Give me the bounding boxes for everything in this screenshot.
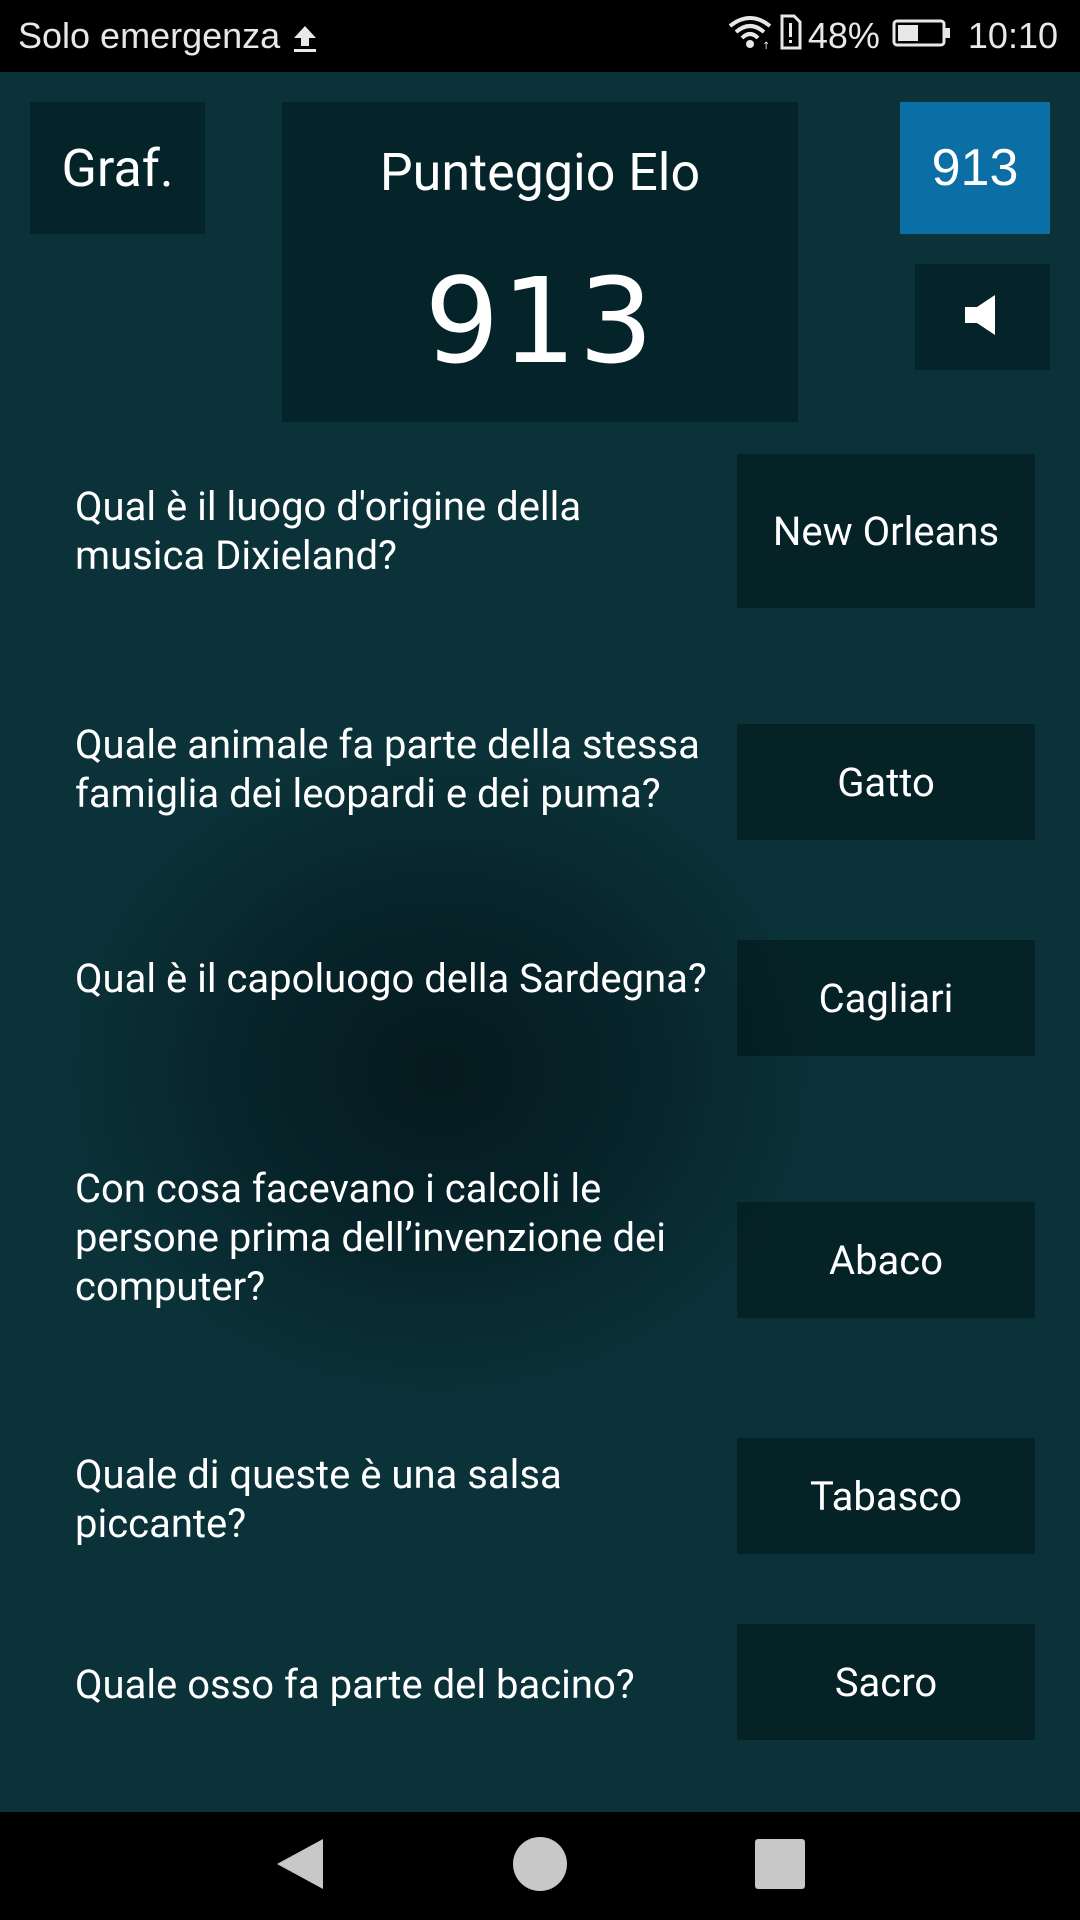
answer-button[interactable]: Cagliari xyxy=(737,940,1035,1056)
clock: 10:10 xyxy=(967,15,1058,56)
answer-button[interactable]: Tabasco xyxy=(737,1438,1035,1554)
sim-alert-icon xyxy=(778,14,802,59)
question-text: Con cosa facevano i calcoli le persone p… xyxy=(75,1165,666,1310)
carrier-text: Solo emergenza xyxy=(18,15,281,56)
battery-icon xyxy=(892,15,952,57)
upload-icon xyxy=(292,21,318,52)
app-content: Graf. Punteggio Elo 913 913 Qual è il lu… xyxy=(0,72,1080,1812)
question-text: Quale di queste è una salsa piccante? xyxy=(75,1451,562,1547)
question-text: Qual è il luogo d'origine della musica D… xyxy=(75,483,582,579)
question-text: Qual è il capoluogo della Sardegna? xyxy=(75,955,707,1002)
back-icon xyxy=(273,1835,327,1897)
recents-icon xyxy=(754,1838,806,1894)
navigation-bar xyxy=(0,1812,1080,1920)
battery-percent: 48% xyxy=(807,15,880,56)
question-text: Quale animale fa parte della stessa fami… xyxy=(75,721,700,817)
recents-button[interactable] xyxy=(730,1812,830,1920)
graph-button[interactable]: Graf. xyxy=(30,102,205,234)
answer-button[interactable]: Sacro xyxy=(737,1624,1035,1740)
graph-button-label: Graf. xyxy=(61,137,174,199)
wifi-icon: ↑↓ xyxy=(728,14,779,59)
home-button[interactable] xyxy=(490,1812,590,1920)
answer-button[interactable]: New Orleans xyxy=(737,454,1035,608)
back-button[interactable] xyxy=(250,1812,350,1920)
home-icon xyxy=(510,1834,570,1898)
question-text: Quale osso fa parte del bacino? xyxy=(75,1661,635,1708)
answer-button[interactable]: Gatto xyxy=(737,724,1035,840)
status-right: ↑↓ 48% 10:10 xyxy=(728,0,1058,72)
elo-value: 913 xyxy=(424,252,656,390)
elo-panel: Punteggio Elo 913 xyxy=(282,102,798,422)
svg-text:↑↓: ↑↓ xyxy=(762,41,772,50)
speaker-icon xyxy=(963,293,1003,341)
answer-button[interactable]: Abaco xyxy=(737,1202,1035,1318)
sound-button[interactable] xyxy=(915,264,1050,370)
score-badge[interactable]: 913 xyxy=(900,102,1050,234)
elo-title: Punteggio Elo xyxy=(379,142,701,203)
status-left: Solo emergenza xyxy=(18,0,318,72)
status-bar: Solo emergenza ↑↓ 48% xyxy=(0,0,1080,72)
